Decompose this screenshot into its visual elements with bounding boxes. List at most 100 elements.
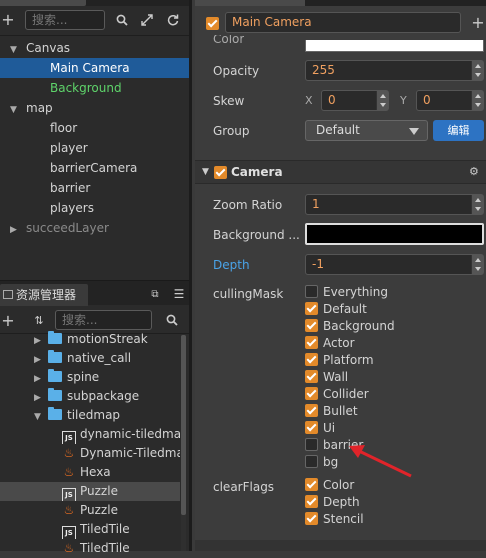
opacity-input[interactable]: 255 bbox=[305, 60, 484, 81]
expand-caret-icon[interactable]: ▼ bbox=[10, 100, 26, 118]
popout-icon[interactable]: ⧉ bbox=[148, 287, 162, 301]
option-checkbox[interactable] bbox=[305, 421, 318, 434]
expand-caret-icon[interactable]: ▶ bbox=[34, 370, 48, 387]
add-component-icon[interactable]: + bbox=[471, 12, 485, 32]
mask-option[interactable]: Collider bbox=[305, 386, 369, 403]
refresh-icon[interactable] bbox=[165, 10, 181, 30]
mask-option[interactable]: Everything bbox=[305, 284, 388, 301]
gear-icon[interactable]: ⚙ bbox=[469, 165, 479, 178]
mask-option[interactable]: bg bbox=[305, 454, 338, 471]
option-checkbox[interactable] bbox=[305, 319, 318, 332]
expand-caret-icon[interactable]: ▶ bbox=[34, 332, 48, 349]
tree-node-label: floor bbox=[50, 121, 78, 135]
add-node-icon[interactable]: + bbox=[1, 9, 14, 29]
option-checkbox[interactable] bbox=[305, 478, 318, 491]
assets-scrollbar-thumb[interactable] bbox=[181, 335, 186, 515]
asset-item-label: Hexa bbox=[80, 465, 111, 479]
group-select[interactable]: Default bbox=[305, 120, 428, 141]
expand-caret-icon[interactable]: ▶ bbox=[34, 351, 48, 368]
mask-option[interactable]: Wall bbox=[305, 369, 348, 386]
mask-option[interactable]: Ui bbox=[305, 420, 335, 437]
node-name-input[interactable]: Main Camera bbox=[225, 12, 461, 33]
option-checkbox[interactable] bbox=[305, 370, 318, 383]
color-swatch[interactable] bbox=[305, 40, 484, 52]
add-asset-icon[interactable]: + bbox=[1, 310, 14, 330]
mask-option[interactable]: Stencil bbox=[305, 511, 364, 528]
folder-icon bbox=[48, 350, 62, 363]
tree-node[interactable]: barrierCamera bbox=[0, 158, 189, 178]
option-checkbox[interactable] bbox=[305, 404, 318, 417]
asset-item[interactable]: ▶ subpackage bbox=[0, 387, 180, 406]
tree-node[interactable]: ▶ succeedLayer bbox=[0, 218, 189, 238]
tree-node[interactable]: ▼ map bbox=[0, 98, 189, 118]
asset-item[interactable]: JS dynamic-tiledmap bbox=[0, 425, 180, 444]
mask-option[interactable]: Depth bbox=[305, 494, 360, 511]
asset-item[interactable]: ▶ spine bbox=[0, 368, 180, 387]
asset-item[interactable]: ▶ native_call bbox=[0, 349, 180, 368]
inspector-tab[interactable] bbox=[195, 0, 305, 6]
asset-item[interactable]: ♨ TiledTile bbox=[0, 539, 180, 558]
asset-item[interactable]: ♨ Hexa bbox=[0, 463, 180, 482]
tree-node[interactable]: floor bbox=[0, 118, 189, 138]
hierarchy-search-input[interactable]: 搜索... bbox=[25, 10, 105, 30]
zoom-ratio-stepper[interactable] bbox=[471, 195, 483, 214]
tree-node[interactable]: ▼ Canvas bbox=[0, 38, 189, 58]
option-checkbox[interactable] bbox=[305, 387, 318, 400]
assets-tab[interactable]: 资源管理器 bbox=[0, 284, 88, 306]
node-header: Main Camera + bbox=[195, 9, 486, 37]
option-checkbox[interactable] bbox=[305, 512, 318, 525]
mask-option[interactable]: Background bbox=[305, 318, 395, 335]
search-icon[interactable] bbox=[114, 10, 130, 30]
asset-item[interactable]: JS TiledTile bbox=[0, 520, 180, 539]
option-checkbox[interactable] bbox=[305, 495, 318, 508]
mask-option[interactable]: Bullet bbox=[305, 403, 358, 420]
collapse-caret-icon[interactable]: ▼ bbox=[202, 167, 209, 177]
option-checkbox[interactable] bbox=[305, 438, 318, 451]
option-checkbox[interactable] bbox=[305, 455, 318, 468]
hierarchy-tab[interactable] bbox=[0, 0, 86, 6]
camera-component-header[interactable]: ▼ Camera ⚙ bbox=[195, 160, 486, 184]
expand-caret-icon[interactable]: ▼ bbox=[10, 40, 26, 58]
assets-search-icon[interactable] bbox=[164, 310, 180, 330]
skew-y-stepper[interactable] bbox=[471, 91, 483, 110]
edit-group-button[interactable]: 编辑 bbox=[433, 120, 484, 141]
skew-x-value: 0 bbox=[328, 93, 336, 107]
asset-item-label: subpackage bbox=[67, 389, 140, 403]
tree-node[interactable]: player bbox=[0, 138, 189, 158]
expand-caret-icon[interactable]: ▼ bbox=[34, 408, 48, 425]
skew-y-input[interactable]: 0 bbox=[416, 90, 484, 111]
expand-caret-icon[interactable]: ▶ bbox=[10, 220, 26, 238]
node-active-checkbox[interactable] bbox=[206, 17, 219, 30]
tree-node[interactable]: Main Camera bbox=[0, 58, 189, 78]
tree-node[interactable]: Background bbox=[0, 78, 189, 98]
tree-node[interactable]: players bbox=[0, 198, 189, 218]
skew-x-stepper[interactable] bbox=[376, 91, 388, 110]
opacity-stepper[interactable] bbox=[471, 61, 483, 80]
mask-option[interactable]: Actor bbox=[305, 335, 355, 352]
expand-caret-icon[interactable]: ▶ bbox=[34, 389, 48, 406]
sort-icon[interactable]: ⇅ bbox=[32, 311, 46, 329]
depth-input[interactable]: -1 bbox=[305, 254, 484, 275]
collapse-all-icon[interactable] bbox=[139, 10, 155, 30]
option-checkbox[interactable] bbox=[305, 285, 318, 298]
asset-item[interactable]: ▼ tiledmap bbox=[0, 406, 180, 425]
background-color-swatch[interactable] bbox=[305, 223, 484, 245]
asset-item[interactable]: JS Puzzle bbox=[0, 482, 180, 501]
depth-stepper[interactable] bbox=[471, 255, 483, 274]
asset-item[interactable]: ♨ Dynamic-Tiledmap bbox=[0, 444, 180, 463]
mask-option[interactable]: Platform bbox=[305, 352, 374, 369]
skew-x-input[interactable]: 0 bbox=[321, 90, 389, 111]
mask-option[interactable]: Default bbox=[305, 301, 367, 318]
asset-item[interactable]: ▶ motionStreak bbox=[0, 330, 180, 349]
assets-search-input[interactable]: 搜索... bbox=[55, 310, 152, 330]
camera-enabled-checkbox[interactable] bbox=[214, 166, 227, 179]
option-checkbox[interactable] bbox=[305, 336, 318, 349]
menu-icon[interactable]: ☰ bbox=[172, 287, 186, 301]
asset-item[interactable]: ♨ Puzzle bbox=[0, 501, 180, 520]
assets-scrollbar[interactable] bbox=[181, 335, 186, 551]
zoom-ratio-input[interactable]: 1 bbox=[305, 194, 484, 215]
option-checkbox[interactable] bbox=[305, 302, 318, 315]
tree-node[interactable]: barrier bbox=[0, 178, 189, 198]
group-select-value: Default bbox=[316, 123, 360, 137]
option-checkbox[interactable] bbox=[305, 353, 318, 366]
